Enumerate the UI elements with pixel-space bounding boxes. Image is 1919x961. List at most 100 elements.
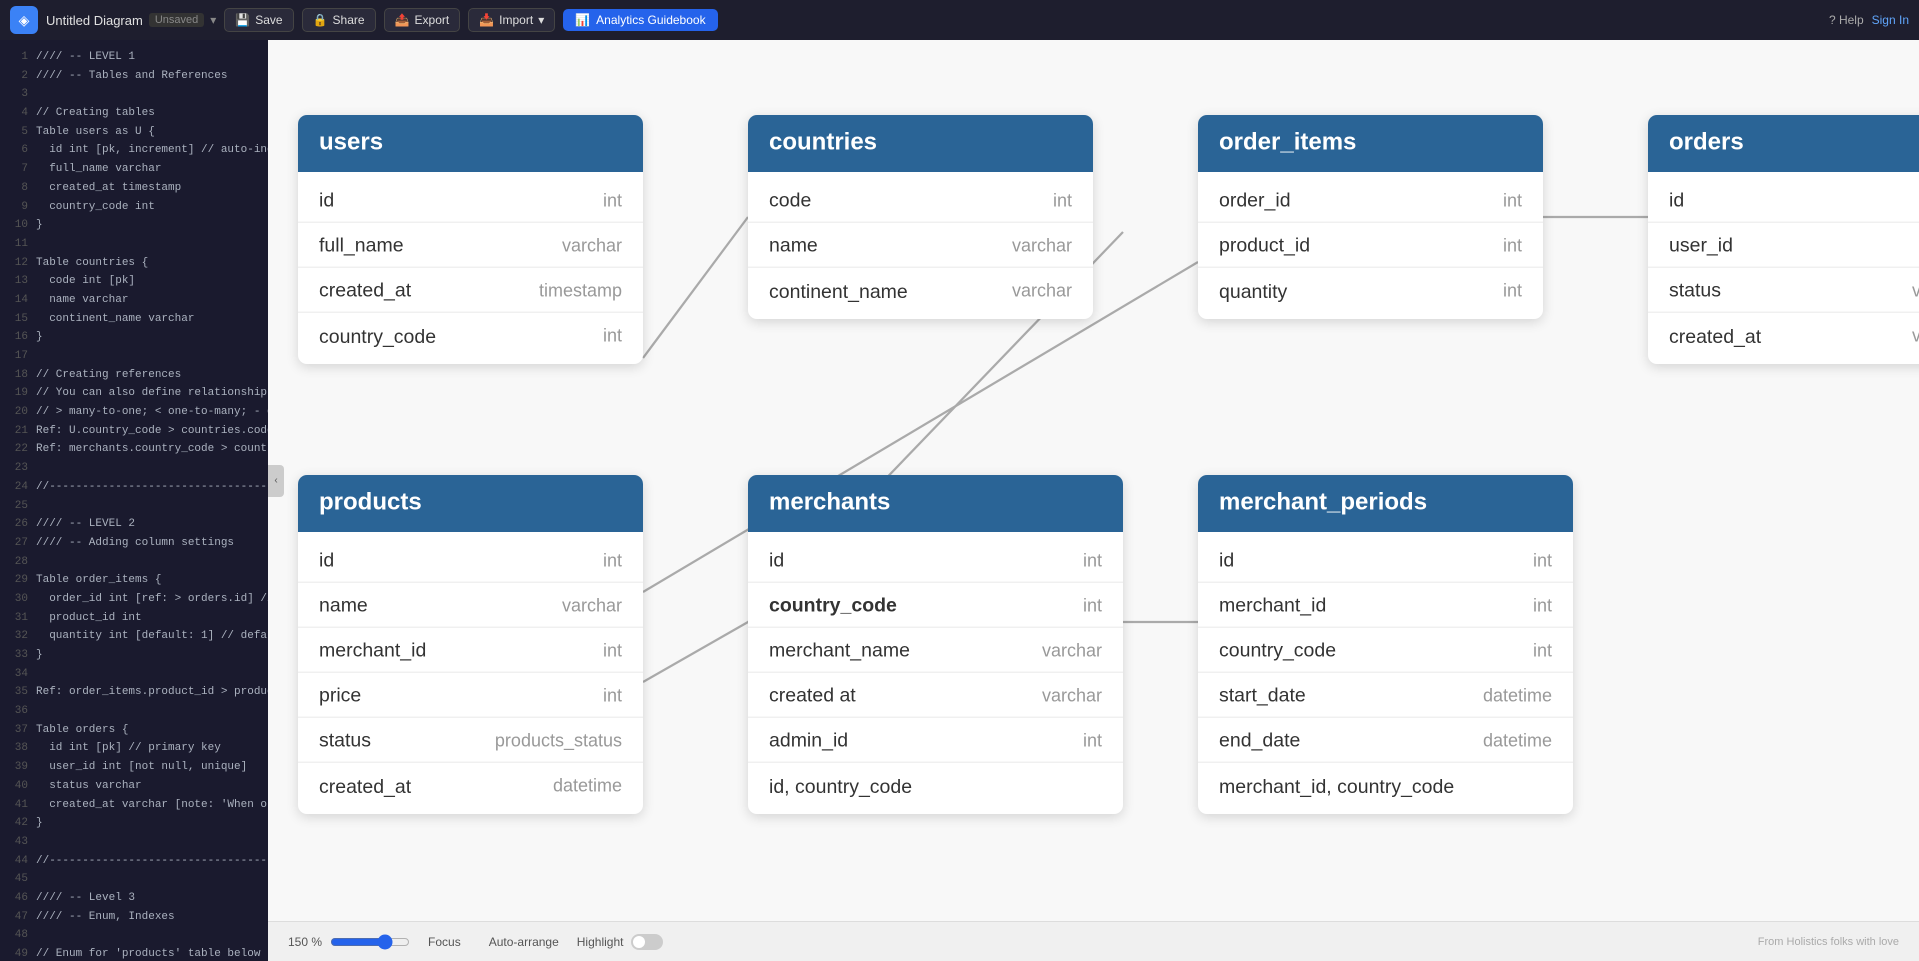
table-row: country_code int: [298, 313, 643, 358]
code-line: 22Ref: merchants.country_code > countrie: [4, 440, 264, 459]
code-line: 15 continent_name varchar: [4, 310, 264, 329]
table-users[interactable]: usersidintfull_namevarcharcreated_attime…: [298, 115, 643, 364]
doc-title: Untitled Diagram: [46, 13, 143, 28]
share-icon: 🔒: [313, 13, 328, 27]
column-type: products_status: [495, 729, 622, 750]
table-row: status products_status: [298, 718, 643, 763]
code-line: 40 status varchar: [4, 777, 264, 796]
code-line: 41 created_at varchar [note: 'When orde: [4, 796, 264, 815]
zoom-controls: 150 % Focus Auto-arrange Highlight: [288, 931, 663, 953]
share-button[interactable]: 🔒 Share: [302, 8, 376, 32]
column-type: int: [1053, 189, 1072, 210]
table-merchants[interactable]: merchantsidintcountry_codeintmerchant_na…: [748, 475, 1123, 814]
column-type: datetime: [1483, 729, 1552, 750]
table-header-merchant_periods: merchant_periods: [1198, 475, 1573, 532]
autoarrange-button[interactable]: Auto-arrange: [479, 931, 569, 953]
column-name: product_id: [1219, 234, 1310, 257]
column-type: int: [1503, 189, 1522, 210]
signin-button[interactable]: Sign In: [1872, 13, 1909, 27]
table-row: quantityint: [1198, 268, 1543, 313]
code-line: 39 user_id int [not null, unique]: [4, 758, 264, 777]
collapse-panel-button[interactable]: ‹: [268, 465, 284, 497]
column-name: full_name: [319, 234, 404, 257]
code-line: 18// Creating references: [4, 366, 264, 385]
column-name: name: [769, 234, 818, 257]
code-line: 35Ref: order_items.product_id > products: [4, 683, 264, 702]
import-button[interactable]: 📥 Import ▾: [468, 8, 555, 32]
column-type: int: [603, 684, 622, 705]
code-line: 43: [4, 833, 264, 852]
column-name: continent_name: [769, 279, 908, 302]
import-icon: 📥: [479, 13, 494, 27]
column-name: id: [319, 189, 334, 212]
table-order_items[interactable]: order_itemsorder_idintproduct_idintquant…: [1198, 115, 1543, 319]
code-line: 5Table users as U {: [4, 123, 264, 142]
focus-button[interactable]: Focus: [418, 931, 471, 953]
save-icon: 💾: [235, 13, 250, 27]
analytics-icon: 📊: [575, 13, 590, 27]
table-row: idint: [1198, 538, 1573, 583]
column-name: id: [319, 549, 334, 572]
app-icon: ◈: [10, 6, 38, 34]
table-header-products: products: [298, 475, 643, 532]
code-line: 31 product_id int: [4, 609, 264, 628]
column-name: status: [319, 729, 371, 752]
table-row: idint: [748, 538, 1123, 583]
code-line: 19// You can also define relationship se…: [4, 384, 264, 403]
table-orders[interactable]: ordersidintuser_idintstatusvarcharcreate…: [1648, 115, 1919, 364]
table-products[interactable]: productsidintnamevarcharmerchant_idintpr…: [298, 475, 643, 814]
column-name: merchant_name: [769, 639, 910, 662]
diagram-canvas[interactable]: usersidintfull_namevarcharcreated_attime…: [268, 40, 1919, 921]
column-type: int: [1503, 280, 1522, 301]
help-button[interactable]: ? Help: [1829, 13, 1864, 27]
code-line: 21Ref: U.country_code > countries.code: [4, 422, 264, 441]
code-line: 44//------------------------------------…: [4, 852, 264, 871]
column-type: varchar: [1042, 639, 1102, 660]
column-name: start_date: [1219, 684, 1306, 707]
code-line: 7 full_name varchar: [4, 160, 264, 179]
code-line: 10}: [4, 216, 264, 235]
code-line: 1//// -- LEVEL 1: [4, 48, 264, 67]
column-type: varchar: [562, 594, 622, 615]
code-line: 48: [4, 926, 264, 945]
column-type: int: [1533, 549, 1552, 570]
table-row: full_namevarchar: [298, 223, 643, 268]
code-line: 34: [4, 665, 264, 684]
code-line: 28: [4, 553, 264, 572]
column-name: country_code: [319, 324, 436, 347]
column-type: int: [603, 189, 622, 210]
table-row: merchant_name varchar: [748, 628, 1123, 673]
credits-text: From Holistics folks with love: [1758, 936, 1899, 948]
column-name: created at: [769, 684, 856, 707]
code-line: 9 country_code int: [4, 198, 264, 217]
export-button[interactable]: 📤 Export: [384, 8, 461, 32]
table-row: merchant_idint: [298, 628, 643, 673]
column-name: price: [319, 684, 361, 707]
table-row: user_idint: [1648, 223, 1919, 268]
code-line: 47//// -- Enum, Indexes: [4, 908, 264, 927]
table-header-users: users: [298, 115, 643, 172]
column-name: country_code: [1219, 639, 1336, 662]
column-name: code: [769, 189, 811, 212]
column-type: varchar: [1042, 684, 1102, 705]
code-line: 13 code int [pk]: [4, 272, 264, 291]
code-line: 8 created_at timestamp: [4, 179, 264, 198]
title-chevron-button[interactable]: ▾: [210, 13, 216, 27]
code-line: 37Table orders {: [4, 721, 264, 740]
save-button[interactable]: 💾 Save: [224, 8, 293, 32]
column-type: int: [603, 325, 622, 346]
column-type: int: [1083, 594, 1102, 615]
table-row: idint: [1648, 178, 1919, 223]
code-line: 49// Enum for 'products' table below: [4, 945, 264, 961]
topbar: ◈ Untitled Diagram Unsaved ▾ 💾 Save 🔒 Sh…: [0, 0, 1919, 40]
table-countries[interactable]: countriescodeintnamevarcharcontinent_nam…: [748, 115, 1093, 319]
table-merchant_periods[interactable]: merchant_periodsidintmerchant_idintcount…: [1198, 475, 1573, 814]
analytics-guidebook-tab[interactable]: 📊 Analytics Guidebook: [563, 9, 717, 31]
highlight-toggle[interactable]: [631, 934, 663, 950]
import-chevron-icon: ▾: [538, 13, 544, 27]
column-type: datetime: [1483, 684, 1552, 705]
column-type: int: [1533, 639, 1552, 660]
zoom-slider[interactable]: [330, 934, 410, 950]
code-editor-panel[interactable]: 1//// -- LEVEL 12//// -- Tables and Refe…: [0, 40, 268, 961]
table-row: idint: [298, 538, 643, 583]
